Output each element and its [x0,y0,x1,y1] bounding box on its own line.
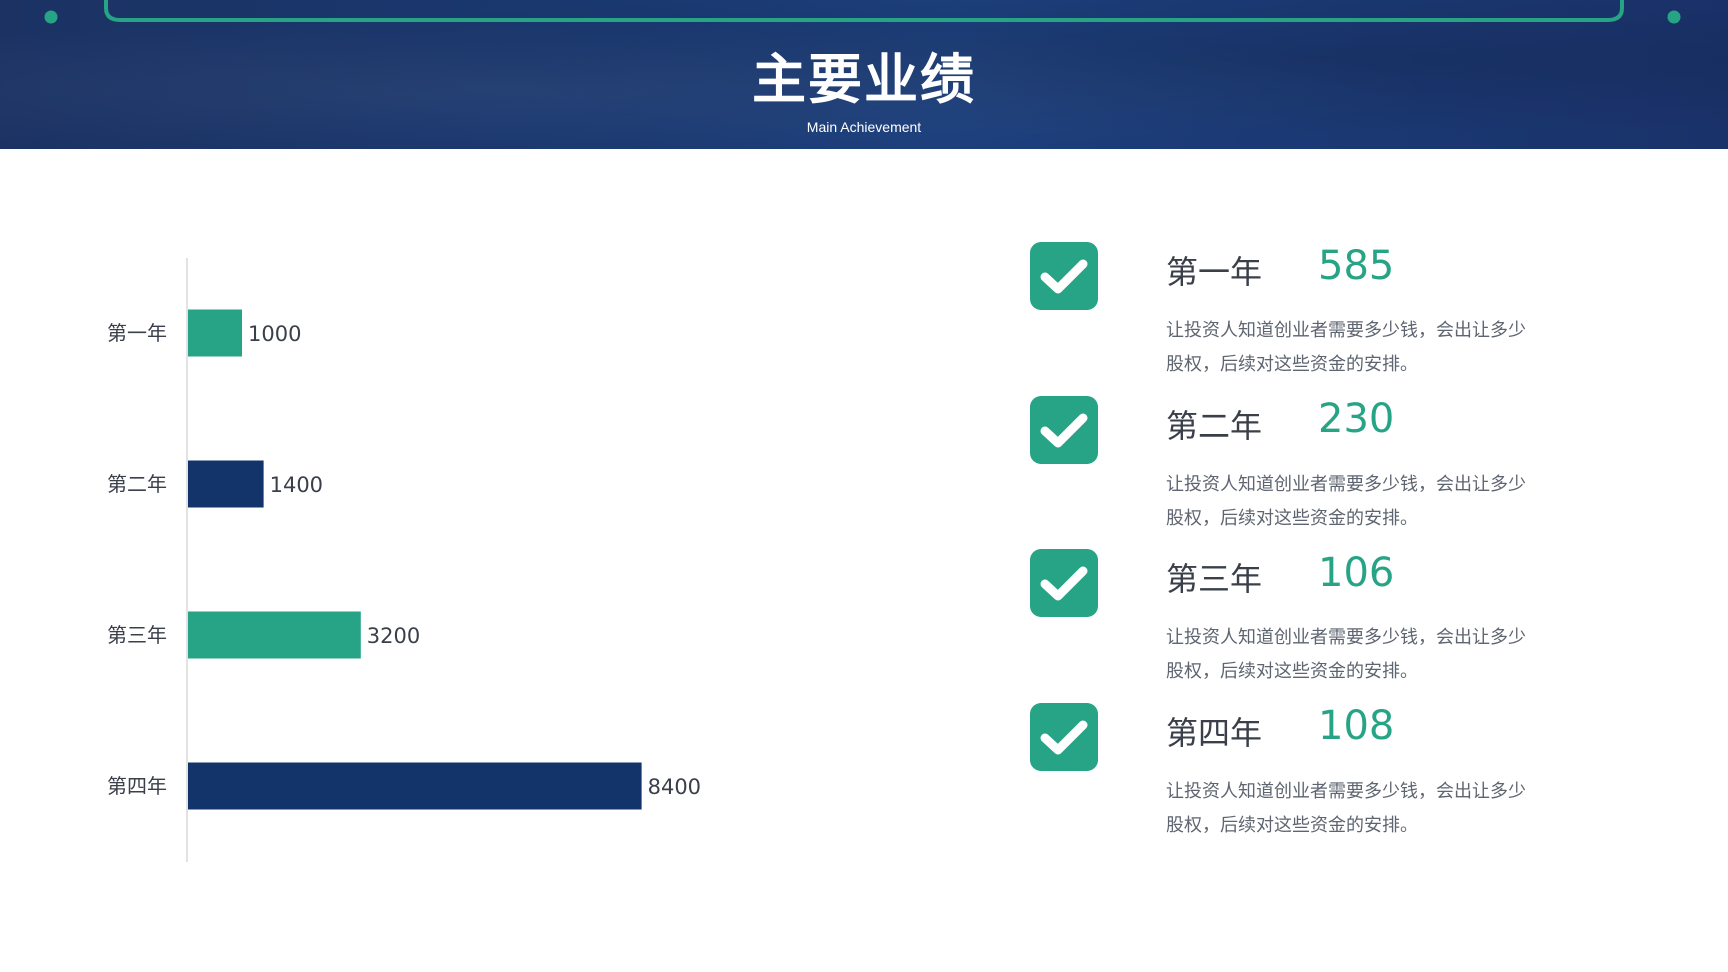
achievement-desc: 让投资人知道创业者需要多少钱，会出让多少股权，后续对这些资金的安排。 [1166,320,1526,375]
achievement-list: 第一年 让投资人知道创业者需要多少钱，会出让多少股权，后续对这些资金的安排。 第… [1030,240,1670,854]
achievement-desc: 让投资人知道创业者需要多少钱，会出让多少股权，后续对这些资金的安排。 [1166,780,1526,836]
achievement-label: 第四年 [1166,713,1263,752]
slide: 主要业绩 Main Achievement 第一年 1000 第二年 1400 第三年 3… [0,0,1728,972]
check-icon [1030,549,1098,617]
category-label: 第四年 [107,774,167,798]
bar-value-label: 1400 [270,473,323,497]
achievement-value: 108 [1318,703,1395,749]
achievement-label: 第三年 [1166,560,1263,598]
page-title: 主要业绩 [752,47,976,111]
achievement-value: 106 [1318,550,1395,596]
achievement-label: 第二年 [1166,406,1263,445]
achievement-value: 230 [1318,396,1395,442]
bar-chart: 第一年 1000 第二年 1400 第三年 3200 第四年 8400 [107,258,701,862]
bar [188,762,642,810]
achievement-desc: 让投资人知道创业者需要多少钱，会出让多少股权，后续对这些资金的安排。 [1166,473,1526,529]
header-banner: 主要业绩 Main Achievement [0,0,1728,149]
category-label: 第二年 [107,472,167,496]
achievement-value: 585 [1318,243,1395,289]
bar [188,309,242,357]
achievement-label: 第一年 [1166,253,1263,291]
check-icon [1030,702,1098,771]
achievement-desc: 让投资人知道创业者需要多少钱，会出让多少股权，后续对这些资金的安排。 [1166,627,1526,682]
bar [188,611,361,659]
category-label: 第一年 [107,321,167,345]
category-label: 第三年 [107,623,167,647]
page-subtitle: Main Achievement [806,119,922,135]
bar-value-label: 1000 [248,322,301,346]
bar-value-label: 3200 [367,624,420,648]
check-icon [1030,395,1098,464]
bar-value-label: 8400 [648,775,701,799]
bar [188,460,264,508]
check-icon [1030,242,1098,310]
